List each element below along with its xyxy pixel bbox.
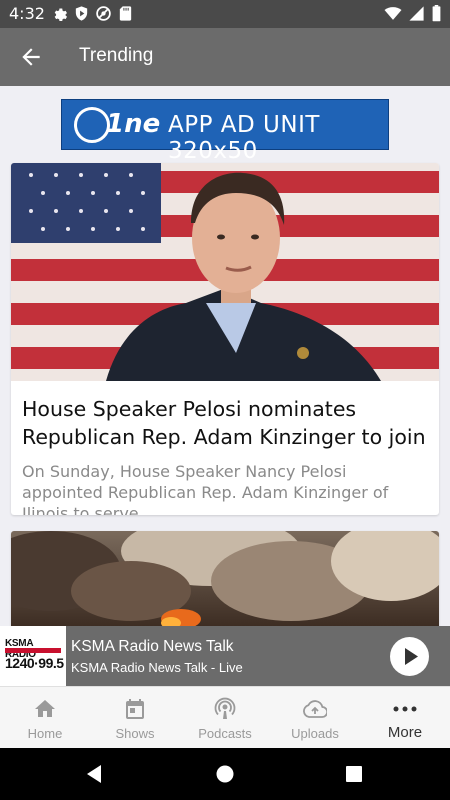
home-icon bbox=[33, 697, 57, 721]
system-nav-bar bbox=[0, 748, 450, 800]
no-sim-icon bbox=[95, 5, 112, 22]
arrow-left-icon[interactable] bbox=[18, 44, 44, 70]
article-image bbox=[11, 163, 439, 381]
mini-player[interactable]: KSMA RADIO 1240·99.5 KSMA Radio News Tal… bbox=[0, 626, 450, 686]
bottom-tab-bar: Home Shows Podcasts Uploads More bbox=[0, 686, 450, 748]
cloud-upload-icon bbox=[303, 697, 329, 721]
nav-home-icon[interactable] bbox=[213, 762, 237, 786]
tab-home[interactable]: Home bbox=[0, 687, 90, 749]
calendar-icon bbox=[123, 697, 147, 721]
app-bar: Trending bbox=[0, 28, 450, 86]
tab-uploads[interactable]: Uploads bbox=[270, 687, 360, 749]
play-icon bbox=[405, 648, 418, 665]
ad-text: APP AD UNIT 320x50 bbox=[168, 112, 320, 164]
tab-label: Podcasts bbox=[198, 726, 252, 741]
ad-brand: 1ne bbox=[106, 109, 161, 139]
article-summary: On Sunday, House Speaker Nancy Pelosi ap… bbox=[22, 462, 389, 515]
tab-label: Uploads bbox=[291, 726, 339, 741]
article-headline[interactable]: House Speaker Pelosi nominates Republica… bbox=[22, 395, 428, 451]
tab-podcasts[interactable]: Podcasts bbox=[180, 687, 270, 749]
sd-card-icon bbox=[117, 5, 134, 22]
ad-logo-icon bbox=[74, 107, 110, 143]
station-logo-frequency: 1240·99.5 bbox=[5, 655, 64, 671]
station-subtitle: KSMA Radio News Talk - Live bbox=[71, 660, 243, 675]
station-name: KSMA Radio News Talk bbox=[71, 638, 234, 655]
more-dots-icon bbox=[393, 697, 417, 721]
podcast-icon bbox=[213, 697, 237, 721]
station-logo-stripe bbox=[5, 648, 61, 653]
article-card[interactable] bbox=[11, 531, 439, 631]
tab-shows[interactable]: Shows bbox=[90, 687, 180, 749]
play-button[interactable] bbox=[390, 637, 429, 676]
status-time: 4:32 bbox=[9, 4, 45, 23]
status-system-icons bbox=[384, 5, 442, 27]
shield-play-icon bbox=[73, 5, 90, 22]
tab-label: More bbox=[387, 724, 423, 741]
gear-icon bbox=[51, 5, 68, 22]
station-logo: KSMA RADIO 1240·99.5 bbox=[0, 626, 66, 686]
nav-back-icon[interactable] bbox=[83, 762, 107, 786]
wifi-icon bbox=[384, 5, 402, 27]
tab-more[interactable]: More bbox=[360, 687, 450, 749]
status-bar: 4:32 bbox=[0, 0, 450, 28]
tab-label: Shows bbox=[115, 726, 155, 741]
signal-icon bbox=[408, 5, 425, 27]
article-image bbox=[11, 531, 439, 631]
page-title: Trending bbox=[79, 45, 154, 66]
battery-icon bbox=[431, 5, 442, 27]
tab-label: Home bbox=[27, 726, 63, 741]
ad-banner[interactable]: 1ne APP AD UNIT 320x50 bbox=[61, 99, 389, 164]
status-notification-icons bbox=[51, 5, 134, 22]
nav-recents-icon[interactable] bbox=[342, 762, 366, 786]
article-card[interactable]: House Speaker Pelosi nominates Republica… bbox=[11, 163, 439, 515]
